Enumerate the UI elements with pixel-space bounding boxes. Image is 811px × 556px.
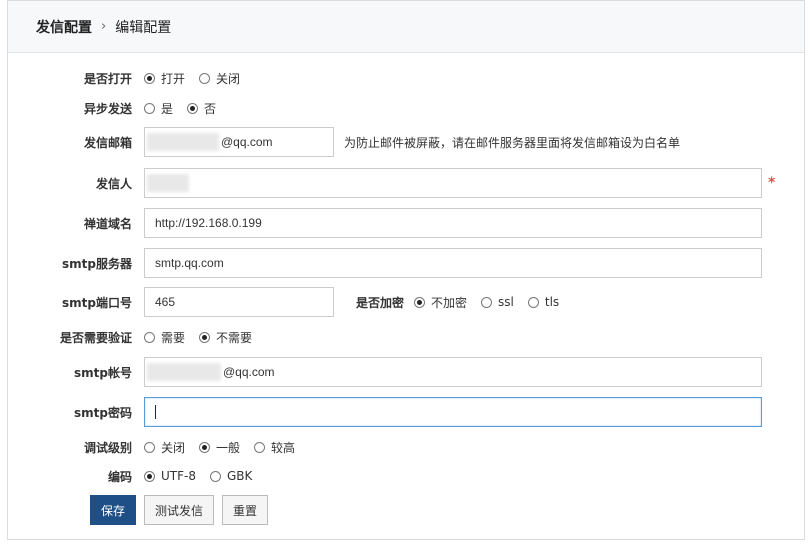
- sender-name-label: 发信人: [95, 176, 132, 191]
- radio-async-yes[interactable]: 是: [144, 100, 173, 117]
- smtp-account-input[interactable]: @qq.com: [144, 357, 762, 387]
- smtp-server-label: smtp服务器: [62, 256, 132, 271]
- radio-dot-icon: [199, 72, 211, 84]
- required-mark-icon: *: [768, 175, 776, 191]
- sender-email-label: 发信邮箱: [83, 135, 132, 150]
- sender-email-input[interactable]: @qq.com: [144, 127, 334, 157]
- row-zen-domain: 禅道域名 http://192.168.0.199: [8, 207, 804, 239]
- breadcrumb-separator-icon: ›: [101, 19, 107, 34]
- radio-label: UTF-8: [161, 469, 196, 483]
- row-smtp-account: smtp帐号 @qq.com: [8, 356, 804, 388]
- radio-label: 不需要: [216, 330, 253, 345]
- radio-label: 关闭: [216, 71, 241, 86]
- redacted-text: [147, 133, 219, 151]
- sender-email-hint: 为防止邮件被屏蔽，请在邮件服务器里面将发信邮箱设为白名单: [344, 135, 681, 150]
- radio-label: 是: [161, 101, 174, 116]
- radio-debug-normal[interactable]: 一般: [199, 439, 240, 456]
- radio-dot-icon: [144, 72, 155, 84]
- radio-label: 不加密: [431, 295, 468, 310]
- zen-domain-label: 禅道域名: [83, 216, 132, 231]
- smtp-password-input[interactable]: [144, 397, 762, 427]
- row-charset: 编码 UTF-8 GBK: [8, 465, 804, 487]
- radio-label: tls: [544, 295, 560, 309]
- row-enabled: 是否打开 打开 关闭: [8, 67, 804, 89]
- radio-label: 关闭: [161, 440, 186, 455]
- text-cursor-icon: [155, 405, 156, 419]
- row-smtp-port: smtp端口号 465 是否加密 不加密 ssl tls: [8, 286, 804, 318]
- redacted-text: [147, 174, 189, 192]
- radio-auth-no[interactable]: 不需要: [199, 329, 252, 346]
- test-send-button[interactable]: 测试发信: [144, 495, 214, 525]
- radio-debug-high[interactable]: 较高: [254, 439, 295, 456]
- radio-dot-icon: [199, 331, 211, 343]
- radio-label: 否: [204, 101, 217, 116]
- smtp-account-domain: @qq.com: [223, 365, 275, 379]
- row-require-auth: 是否需要验证 需要 不需要: [8, 326, 804, 348]
- encryption-label: 是否加密: [356, 295, 405, 310]
- row-async-send: 异步发送 是 否: [8, 97, 804, 119]
- radio-debug-off[interactable]: 关闭: [144, 439, 185, 456]
- radio-label: 打开: [161, 71, 186, 86]
- radio-dot-icon: [199, 441, 211, 453]
- row-smtp-server: smtp服务器 smtp.qq.com: [8, 247, 804, 279]
- breadcrumb-mail-config[interactable]: 发信配置: [36, 17, 92, 37]
- radio-dot-icon: [414, 296, 426, 308]
- zen-domain-input[interactable]: http://192.168.0.199: [144, 208, 762, 238]
- sender-email-domain: @qq.com: [221, 135, 273, 149]
- radio-encrypt-ssl[interactable]: ssl: [481, 295, 514, 309]
- redacted-text: [147, 363, 221, 381]
- radio-label: ssl: [498, 295, 514, 309]
- smtp-server-input[interactable]: smtp.qq.com: [144, 248, 762, 278]
- radio-enabled-off[interactable]: 关闭: [199, 70, 240, 87]
- radio-label: 较高: [271, 440, 296, 455]
- radio-dot-icon: [187, 102, 199, 114]
- radio-charset-gbk[interactable]: GBK: [209, 469, 253, 483]
- radio-enabled-on[interactable]: 打开: [144, 70, 185, 87]
- charset-label: 编码: [107, 469, 132, 484]
- row-debug-level: 调试级别 关闭 一般 较高: [8, 436, 804, 458]
- debug-level-label: 调试级别: [83, 440, 132, 455]
- require-auth-label: 是否需要验证: [59, 330, 132, 345]
- smtp-port-label: smtp端口号: [62, 295, 132, 310]
- radio-charset-utf8[interactable]: UTF-8: [144, 469, 196, 483]
- radio-encrypt-tls[interactable]: tls: [527, 295, 560, 309]
- radio-label: GBK: [226, 469, 253, 483]
- row-smtp-password: smtp密码: [8, 396, 804, 428]
- radio-auth-yes[interactable]: 需要: [144, 329, 185, 346]
- enabled-label: 是否打开: [83, 71, 132, 86]
- row-sender-name: 发信人 *: [8, 167, 804, 199]
- radio-dot-icon: [144, 470, 155, 482]
- radio-dot-icon: [527, 296, 539, 308]
- smtp-port-input[interactable]: 465: [144, 287, 334, 317]
- radio-dot-icon: [144, 102, 155, 114]
- reset-button[interactable]: 重置: [222, 495, 268, 525]
- radio-dot-icon: [209, 470, 221, 482]
- sender-name-input[interactable]: [144, 168, 762, 198]
- radio-dot-icon: [144, 441, 155, 453]
- save-button[interactable]: 保存: [90, 495, 136, 525]
- config-panel: 发信配置 › 编辑配置 是否打开 打开 关闭 异步发送 是 否 发信邮箱 @qq…: [7, 0, 805, 540]
- radio-encrypt-none[interactable]: 不加密: [414, 294, 467, 311]
- radio-dot-icon: [144, 331, 155, 343]
- breadcrumb: 发信配置 › 编辑配置: [8, 1, 804, 53]
- radio-label: 需要: [161, 330, 186, 345]
- radio-label: 一般: [216, 440, 241, 455]
- row-actions: 保存 测试发信 重置: [8, 495, 804, 525]
- radio-dot-icon: [481, 296, 493, 308]
- radio-async-no[interactable]: 否: [187, 100, 216, 117]
- breadcrumb-edit-config: 编辑配置: [115, 19, 172, 36]
- row-sender-email: 发信邮箱 @qq.com 为防止邮件被屏蔽，请在邮件服务器里面将发信邮箱设为白名…: [8, 126, 804, 158]
- radio-dot-icon: [254, 441, 266, 453]
- smtp-account-label: smtp帐号: [74, 365, 132, 380]
- smtp-password-label: smtp密码: [74, 405, 132, 420]
- async-send-label: 异步发送: [83, 101, 132, 116]
